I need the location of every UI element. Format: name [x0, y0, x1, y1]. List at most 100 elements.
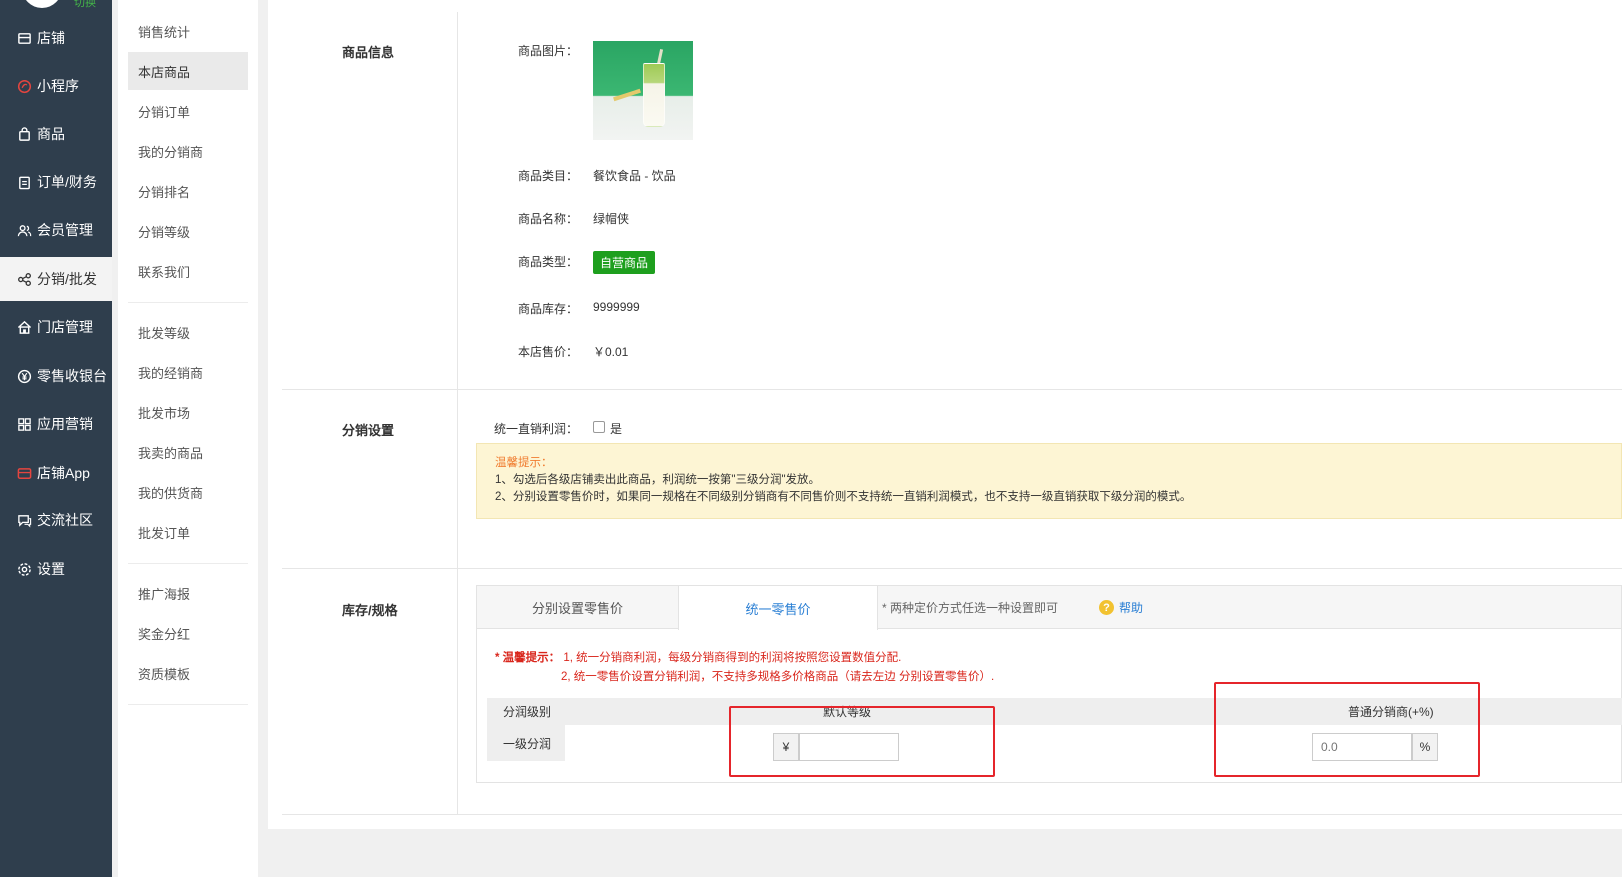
- subnav-my-dealers[interactable]: 我的经销商: [128, 353, 248, 391]
- divider: [457, 390, 458, 568]
- nav-item-distribution[interactable]: 分销/批发: [0, 257, 112, 301]
- name-label: 商品名称：: [518, 212, 579, 226]
- drink-cup: [643, 63, 665, 127]
- checkbox-label[interactable]: 是: [610, 420, 622, 437]
- nav-label: 分销/批发: [37, 271, 97, 287]
- table-row-label-cell: 一级分润: [487, 725, 565, 761]
- store-icon: [16, 30, 32, 46]
- unified-profit-checkbox[interactable]: [593, 421, 605, 433]
- avatar[interactable]: [22, 0, 62, 8]
- nav-item-community[interactable]: 交流社区: [0, 498, 112, 542]
- clipboard-icon: [16, 174, 32, 190]
- tab-unified-price[interactable]: 统一零售价: [678, 586, 878, 630]
- yen-icon: [16, 368, 32, 384]
- tip-line: 2, 统一零售价设置分销利润，不支持多规格多价格商品（请去左边 分别设置零售价）…: [561, 671, 995, 683]
- nav-label: 会员管理: [37, 222, 93, 238]
- nav-label: 订单/财务: [37, 174, 97, 190]
- main-sidebar: 切换 店铺 小程序 商品 订单/财务 会员管理 分销/批发 门店管理 零售收银台…: [0, 0, 112, 877]
- notice-line: 1、勾选后各级店铺卖出此商品，利润统一按第"三级分润"发放。: [495, 474, 821, 486]
- main-panel: 商品信息 商品图片： 商品类目： 餐饮食品 - 饮品 商品名称： 绿帽侠 商品类…: [268, 0, 1622, 829]
- gear-icon: [16, 561, 32, 577]
- profit-table-header: 分润级别 默认等级 普通分销商(+%): [487, 698, 1622, 725]
- subnav-posters[interactable]: 推广海报: [128, 574, 248, 612]
- chat-icon: [16, 512, 32, 528]
- divider: [457, 569, 458, 814]
- nav-label: 门店管理: [37, 319, 93, 335]
- nav-item-settings[interactable]: 设置: [0, 547, 112, 591]
- default-level-input-group: ¥: [773, 733, 899, 761]
- nav-item-pos[interactable]: 零售收银台: [0, 354, 112, 398]
- subnav-sales-stats[interactable]: 销售统计: [128, 12, 248, 50]
- nav-item-goods[interactable]: 商品: [0, 112, 112, 156]
- subnav-my-suppliers[interactable]: 我的供货商: [128, 473, 248, 511]
- category-value: 餐饮食品 - 饮品: [593, 169, 676, 183]
- subnav-qualification[interactable]: 资质模板: [128, 654, 248, 692]
- unified-profit-label: 统一直销利润：: [494, 422, 579, 436]
- subnav-store-goods[interactable]: 本店商品: [128, 52, 248, 90]
- category-label: 商品类目：: [518, 169, 579, 183]
- tip-prefix: * 温馨提示：: [495, 652, 561, 664]
- default-level-input[interactable]: [799, 733, 899, 761]
- subnav-divider: [128, 704, 248, 705]
- users-icon: [16, 222, 32, 238]
- nav-item-stores[interactable]: 门店管理: [0, 305, 112, 349]
- app-icon: [16, 465, 32, 481]
- section-divider: [282, 389, 1622, 390]
- section-title-stock: 库存/规格: [342, 603, 398, 618]
- subnav-distribution-orders[interactable]: 分销订单: [128, 92, 248, 130]
- section-divider: [282, 568, 1622, 569]
- section-title-distribution: 分销设置: [342, 423, 395, 438]
- price-label: 本店售价：: [518, 345, 579, 359]
- nav-label: 应用营销: [37, 416, 93, 432]
- subnav-divider: [128, 563, 248, 564]
- section-divider: [282, 814, 1622, 815]
- help-link[interactable]: ? 帮助: [1099, 586, 1143, 629]
- subnav-wholesale-market[interactable]: 批发市场: [128, 393, 248, 431]
- share-icon: [16, 271, 32, 287]
- subnav-wholesale-levels[interactable]: 批发等级: [128, 313, 248, 351]
- subnav-my-sold-goods[interactable]: 我卖的商品: [128, 433, 248, 471]
- nav-label: 交流社区: [37, 512, 93, 528]
- nav-item-app[interactable]: 店铺App: [0, 451, 112, 495]
- subnav-bonus[interactable]: 奖金分红: [128, 614, 248, 652]
- subnav-contact[interactable]: 联系我们: [128, 252, 248, 290]
- image-label: 商品图片：: [518, 44, 579, 58]
- nav-item-members[interactable]: 会员管理: [0, 208, 112, 252]
- currency-addon: ¥: [773, 733, 799, 761]
- subnav-ranking[interactable]: 分销排名: [128, 172, 248, 210]
- tab-separate-price[interactable]: 分别设置零售价: [477, 586, 678, 629]
- tip-line: * 温馨提示： 1, 统一分销商利润，每级分销商得到的利润将按照您设置数值分配.: [495, 649, 901, 665]
- nav-label: 零售收银台: [37, 368, 107, 384]
- nav-item-store[interactable]: 店铺: [0, 16, 112, 60]
- tip-text: 1, 统一分销商利润，每级分销商得到的利润将按照您设置数值分配.: [563, 652, 902, 664]
- subnav-divider: [128, 302, 248, 303]
- spoon-decoration: [613, 88, 641, 102]
- help-icon: ?: [1099, 600, 1114, 615]
- subnav-levels[interactable]: 分销等级: [128, 212, 248, 250]
- price-value: ￥0.01: [593, 345, 629, 359]
- nav-item-marketing[interactable]: 应用营销: [0, 402, 112, 446]
- divider: [457, 12, 458, 389]
- type-label: 商品类型：: [518, 255, 579, 269]
- subnav-my-distributors[interactable]: 我的分销商: [128, 132, 248, 170]
- nav-item-orders[interactable]: 订单/财务: [0, 160, 112, 204]
- sub-sidebar: 销售统计 本店商品 分销订单 我的分销商 分销排名 分销等级 联系我们 批发等级…: [118, 0, 258, 877]
- col-normal-distributor: 普通分销商(+%): [1348, 705, 1434, 719]
- notice-box: 温馨提示： 1、勾选后各级店铺卖出此商品，利润统一按第"三级分润"发放。 2、分…: [476, 443, 1622, 519]
- nav-label: 商品: [37, 126, 65, 142]
- nav-item-miniprogram[interactable]: 小程序: [0, 64, 112, 108]
- normal-distributor-input[interactable]: [1312, 733, 1412, 761]
- bag-icon: [16, 126, 32, 142]
- tab-hint: * 两种定价方式任选一种设置即可: [882, 601, 1059, 615]
- row-label: 一级分润: [503, 736, 552, 751]
- stock-label: 商品库存：: [518, 302, 579, 316]
- tabs-bar: 分别设置零售价 统一零售价 * 两种定价方式任选一种设置即可 ? 帮助: [477, 586, 1621, 630]
- miniprogram-icon: [16, 78, 32, 94]
- subnav-wholesale-orders[interactable]: 批发订单: [128, 513, 248, 551]
- product-image[interactable]: [593, 41, 693, 140]
- notice-line: 2、分别设置零售价时，如果同一规格在不同级别分销商有不同售价则不支持统一直销利润…: [495, 491, 1192, 503]
- normal-distributor-input-group: %: [1312, 733, 1438, 761]
- switch-link[interactable]: 切换: [74, 0, 96, 10]
- nav-label: 店铺: [37, 30, 65, 46]
- pricing-tabs: 分别设置零售价 统一零售价 * 两种定价方式任选一种设置即可 ? 帮助 * 温馨…: [476, 585, 1622, 783]
